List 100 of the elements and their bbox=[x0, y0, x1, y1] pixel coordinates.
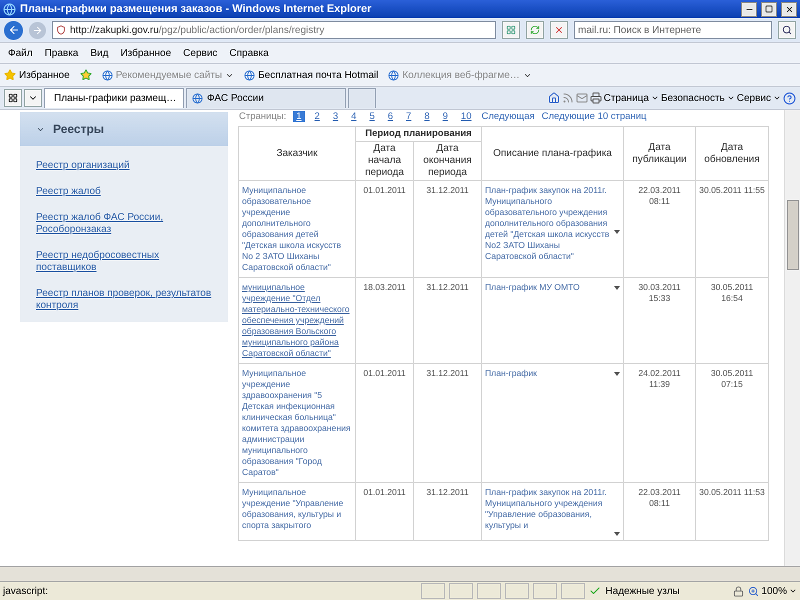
caret-icon[interactable] bbox=[614, 230, 620, 234]
page-link[interactable]: 1 bbox=[293, 110, 305, 122]
caret-icon bbox=[650, 94, 659, 102]
page-link[interactable]: 6 bbox=[384, 110, 396, 122]
command-menu[interactable]: Сервис bbox=[736, 92, 781, 104]
status-pane bbox=[449, 583, 474, 599]
feed-icon[interactable] bbox=[562, 92, 574, 104]
close-icon bbox=[784, 4, 794, 14]
next-link[interactable]: Следующая bbox=[482, 110, 535, 122]
page-link[interactable]: 8 bbox=[421, 110, 433, 122]
help-icon[interactable] bbox=[783, 92, 796, 104]
grid-icon bbox=[506, 25, 516, 35]
page-link[interactable]: 7 bbox=[403, 110, 414, 122]
menu-item[interactable]: Справка bbox=[225, 48, 273, 58]
column-header: Дата обновления bbox=[696, 126, 768, 180]
grid-icon bbox=[8, 93, 18, 103]
quick-tabs-button[interactable] bbox=[4, 89, 22, 107]
status-text: javascript: bbox=[3, 586, 50, 596]
menu-item[interactable]: Сервис bbox=[179, 48, 222, 58]
menu-item[interactable]: Избранное bbox=[116, 48, 176, 58]
sidebar-link[interactable]: Реестр планов проверок, результатов контроля bbox=[36, 288, 212, 312]
add-favorite-icon[interactable] bbox=[80, 69, 92, 81]
maximize-button[interactable] bbox=[761, 2, 777, 16]
sidebar-header[interactable]: Реестры bbox=[20, 112, 228, 146]
column-group-header: Период планирования bbox=[356, 126, 482, 142]
url-text: http://zakupki.gov.ru/pgz/public/action/order/plans/registry bbox=[70, 24, 324, 36]
horizontal-scrollbar[interactable] bbox=[0, 566, 800, 581]
page-link[interactable]: 10 bbox=[458, 110, 474, 122]
search-button[interactable] bbox=[778, 21, 796, 39]
search-field[interactable]: mail.ru: Поиск в Интернете bbox=[574, 21, 772, 39]
status-pane bbox=[477, 583, 502, 599]
favorites-button[interactable]: Избранное bbox=[4, 69, 70, 81]
table-cell: 30.05.2011 11:53 bbox=[696, 482, 768, 540]
page-link[interactable]: 4 bbox=[348, 110, 360, 122]
table-cell: 30.05.2011 11:55 bbox=[696, 180, 768, 278]
back-arrow-icon bbox=[8, 24, 20, 36]
status-pane bbox=[421, 583, 446, 599]
table-cell: 31.12.2011 bbox=[414, 364, 482, 482]
compatibility-button[interactable] bbox=[502, 21, 520, 39]
stop-button[interactable] bbox=[550, 21, 568, 39]
plan-link[interactable]: План-график МУ ОМТО bbox=[485, 282, 610, 293]
print-icon[interactable] bbox=[590, 92, 602, 104]
security-zone: Надежные узлы bbox=[589, 585, 730, 597]
column-header: Заказчик bbox=[238, 126, 356, 180]
zoom-button[interactable]: 100% bbox=[748, 586, 797, 596]
caret-icon[interactable] bbox=[614, 286, 620, 290]
back-button[interactable] bbox=[4, 20, 23, 40]
close-icon bbox=[554, 25, 564, 35]
page-link[interactable]: 2 bbox=[312, 110, 323, 122]
close-button[interactable] bbox=[781, 2, 797, 16]
caret-icon bbox=[726, 94, 735, 102]
table-cell: 30.05.2011 07:15 bbox=[696, 364, 768, 482]
browser-tab[interactable]: Планы-графики размещ… bbox=[44, 88, 184, 108]
command-menu[interactable]: Страница bbox=[604, 92, 659, 104]
column-header: Описание плана-графика bbox=[482, 126, 624, 180]
sidebar-link[interactable]: Реестр недобросовестных поставщиков bbox=[36, 250, 212, 274]
zoom-icon bbox=[748, 586, 760, 596]
lock-icon[interactable] bbox=[733, 586, 744, 596]
globe-icon bbox=[388, 70, 400, 80]
command-menu[interactable]: Безопасность bbox=[660, 92, 735, 104]
check-icon bbox=[589, 585, 602, 597]
shield-icon bbox=[56, 25, 66, 35]
page-link[interactable]: 3 bbox=[330, 110, 342, 122]
caret-icon bbox=[773, 94, 781, 102]
menu-item[interactable]: Файл bbox=[4, 48, 37, 58]
plan-link[interactable]: План-график bbox=[485, 368, 610, 379]
table-cell: 31.12.2011 bbox=[414, 482, 482, 540]
table-cell: 22.03.2011 08:11 bbox=[624, 180, 696, 278]
caret-icon[interactable] bbox=[614, 372, 620, 376]
globe-icon bbox=[244, 70, 256, 80]
search-icon bbox=[782, 25, 792, 35]
mail-icon[interactable] bbox=[576, 92, 588, 104]
table-cell: 30.03.2011 15:33 bbox=[624, 278, 696, 364]
status-pane bbox=[505, 583, 530, 599]
sidebar-link[interactable]: Реестр организаций bbox=[36, 160, 212, 172]
menu-item[interactable]: Правка bbox=[40, 48, 82, 58]
table-cell: 31.12.2011 bbox=[414, 278, 482, 364]
home-icon[interactable] bbox=[548, 92, 560, 104]
page-link[interactable]: 9 bbox=[440, 110, 451, 122]
browser-logo-icon bbox=[3, 2, 16, 16]
caret-icon[interactable] bbox=[614, 532, 620, 536]
browser-tab[interactable]: ФАС России bbox=[186, 88, 346, 108]
sidebar-link[interactable]: Реестр жалоб bbox=[36, 186, 212, 198]
maximize-icon bbox=[765, 5, 773, 13]
column-header: Дата публикации bbox=[624, 126, 696, 180]
page-link[interactable]: 5 bbox=[366, 110, 378, 122]
minimize-button[interactable] bbox=[741, 2, 757, 16]
sidebar-link[interactable]: Реестр жалоб ФАС России, Рособоронзаказ bbox=[36, 212, 212, 236]
globe-icon bbox=[102, 70, 113, 80]
pager-label: Страницы: bbox=[239, 110, 286, 122]
table-cell: 18.03.2011 bbox=[356, 278, 414, 364]
caret-icon bbox=[789, 587, 797, 595]
address-field[interactable]: http://zakupki.gov.ru/pgz/public/action/order/plans/registry bbox=[52, 21, 496, 39]
next-ten-link[interactable]: Следующие 10 страниц bbox=[542, 110, 646, 122]
favorites-link[interactable]: Бесплатная почта Hotmail bbox=[244, 70, 378, 80]
status-pane bbox=[561, 583, 586, 599]
vertical-scrollbar[interactable] bbox=[784, 110, 800, 566]
menu-item[interactable]: Вид bbox=[86, 48, 112, 58]
star-icon bbox=[4, 69, 16, 81]
refresh-button[interactable] bbox=[526, 21, 544, 39]
